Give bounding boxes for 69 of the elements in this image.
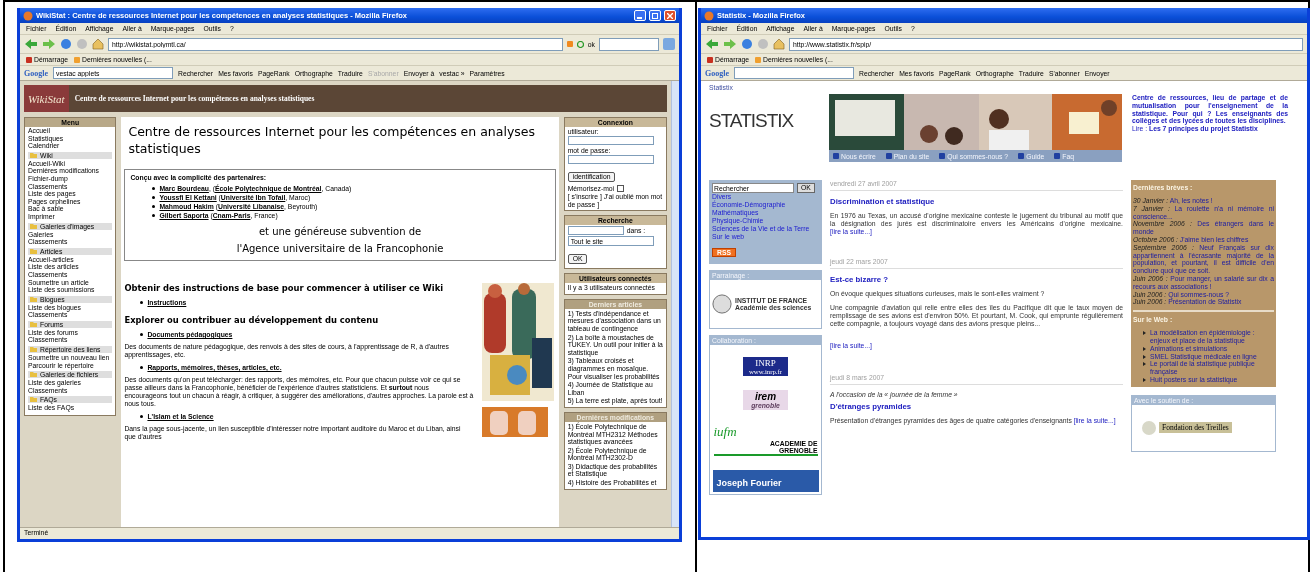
minimize-button[interactable]: [634, 10, 646, 21]
reload-icon[interactable]: [60, 38, 72, 50]
folder-icon: [30, 152, 37, 158]
forward-icon[interactable]: [42, 38, 56, 50]
toolbar-logo: Google: [24, 68, 48, 78]
folder-icon: [30, 296, 37, 302]
toolbar-search-field[interactable]: [734, 67, 854, 79]
back-icon[interactable]: [24, 38, 38, 50]
reload-icon[interactable]: [741, 38, 753, 50]
bookmark-icon: [74, 56, 80, 63]
search-engine-icon[interactable]: [663, 38, 675, 50]
search-field[interactable]: [567, 226, 624, 236]
logo-text: irem: [754, 391, 777, 402]
folder-icon: [30, 248, 37, 254]
bookmark-icon: [755, 56, 761, 63]
nav-icon: [885, 153, 892, 159]
section-heading: Explorer ou contribuer au développement du contenu: [124, 315, 380, 325]
site-logo[interactable]: WikiStat: [24, 85, 69, 112]
page-heading: Centre de ressources Internet pour les compétences en analyses statistiques: [127, 123, 537, 157]
grant-text: et une généreuse subvention de: [257, 226, 423, 237]
maximize-icon: [652, 12, 658, 19]
browser-icon: [704, 10, 714, 21]
close-icon: [667, 12, 673, 19]
back-icon[interactable]: [705, 38, 719, 50]
browser-icon: [23, 10, 33, 21]
seal-icon: [712, 294, 732, 314]
site-logo[interactable]: STATISTIX: [709, 94, 821, 132]
home-icon[interactable]: [773, 38, 785, 50]
bookmark-icon: [26, 56, 32, 63]
feed-icon[interactable]: [566, 41, 573, 47]
bullet-icon: [152, 187, 156, 190]
go-icon[interactable]: [576, 40, 584, 48]
password-field[interactable]: [567, 155, 654, 164]
close-button[interactable]: [664, 10, 676, 21]
logo-text: Joseph Fourier: [716, 478, 782, 488]
logo[interactable]: Joseph Fourier: [712, 470, 819, 492]
bookmark-icon: [707, 56, 713, 63]
forward-icon[interactable]: [723, 38, 737, 50]
nav-icon: [939, 153, 946, 159]
logo-text: INRP: [755, 358, 776, 368]
stop-icon[interactable]: [757, 38, 769, 50]
bullet-icon: [152, 205, 156, 208]
bullet-icon: [140, 366, 144, 369]
bullet-icon: [152, 196, 156, 199]
stop-icon[interactable]: [76, 38, 88, 50]
folder-icon: [30, 397, 37, 403]
folder-icon: [30, 223, 37, 229]
bullet-icon: [140, 333, 144, 336]
bullet-icon: [140, 301, 144, 304]
folder-icon: [30, 372, 37, 378]
grant-text: l'Agence universitaire de la Francophonie: [235, 243, 445, 254]
username-field[interactable]: [567, 136, 654, 145]
search-field[interactable]: [599, 37, 659, 51]
folder-icon: [30, 347, 37, 353]
logo-text: iufm: [713, 424, 737, 440]
arrow-icon: [1143, 377, 1146, 382]
bullet-icon: [140, 415, 144, 418]
section-heading: Obtenir des instructions de base pour commencer à utiliser ce Wiki: [124, 283, 445, 293]
bullet-icon: [152, 214, 156, 217]
nav-icon: [1054, 153, 1061, 159]
maximize-button[interactable]: [649, 10, 661, 21]
nav-icon: [1018, 153, 1025, 159]
folder-icon: [30, 321, 37, 327]
toolbar-logo: Google: [705, 68, 729, 78]
remember-checkbox[interactable]: [617, 185, 625, 192]
scrollbar[interactable]: [671, 81, 679, 527]
arrow-icon: [1143, 331, 1146, 336]
nav-icon: [833, 153, 839, 159]
home-icon[interactable]: [92, 38, 104, 50]
